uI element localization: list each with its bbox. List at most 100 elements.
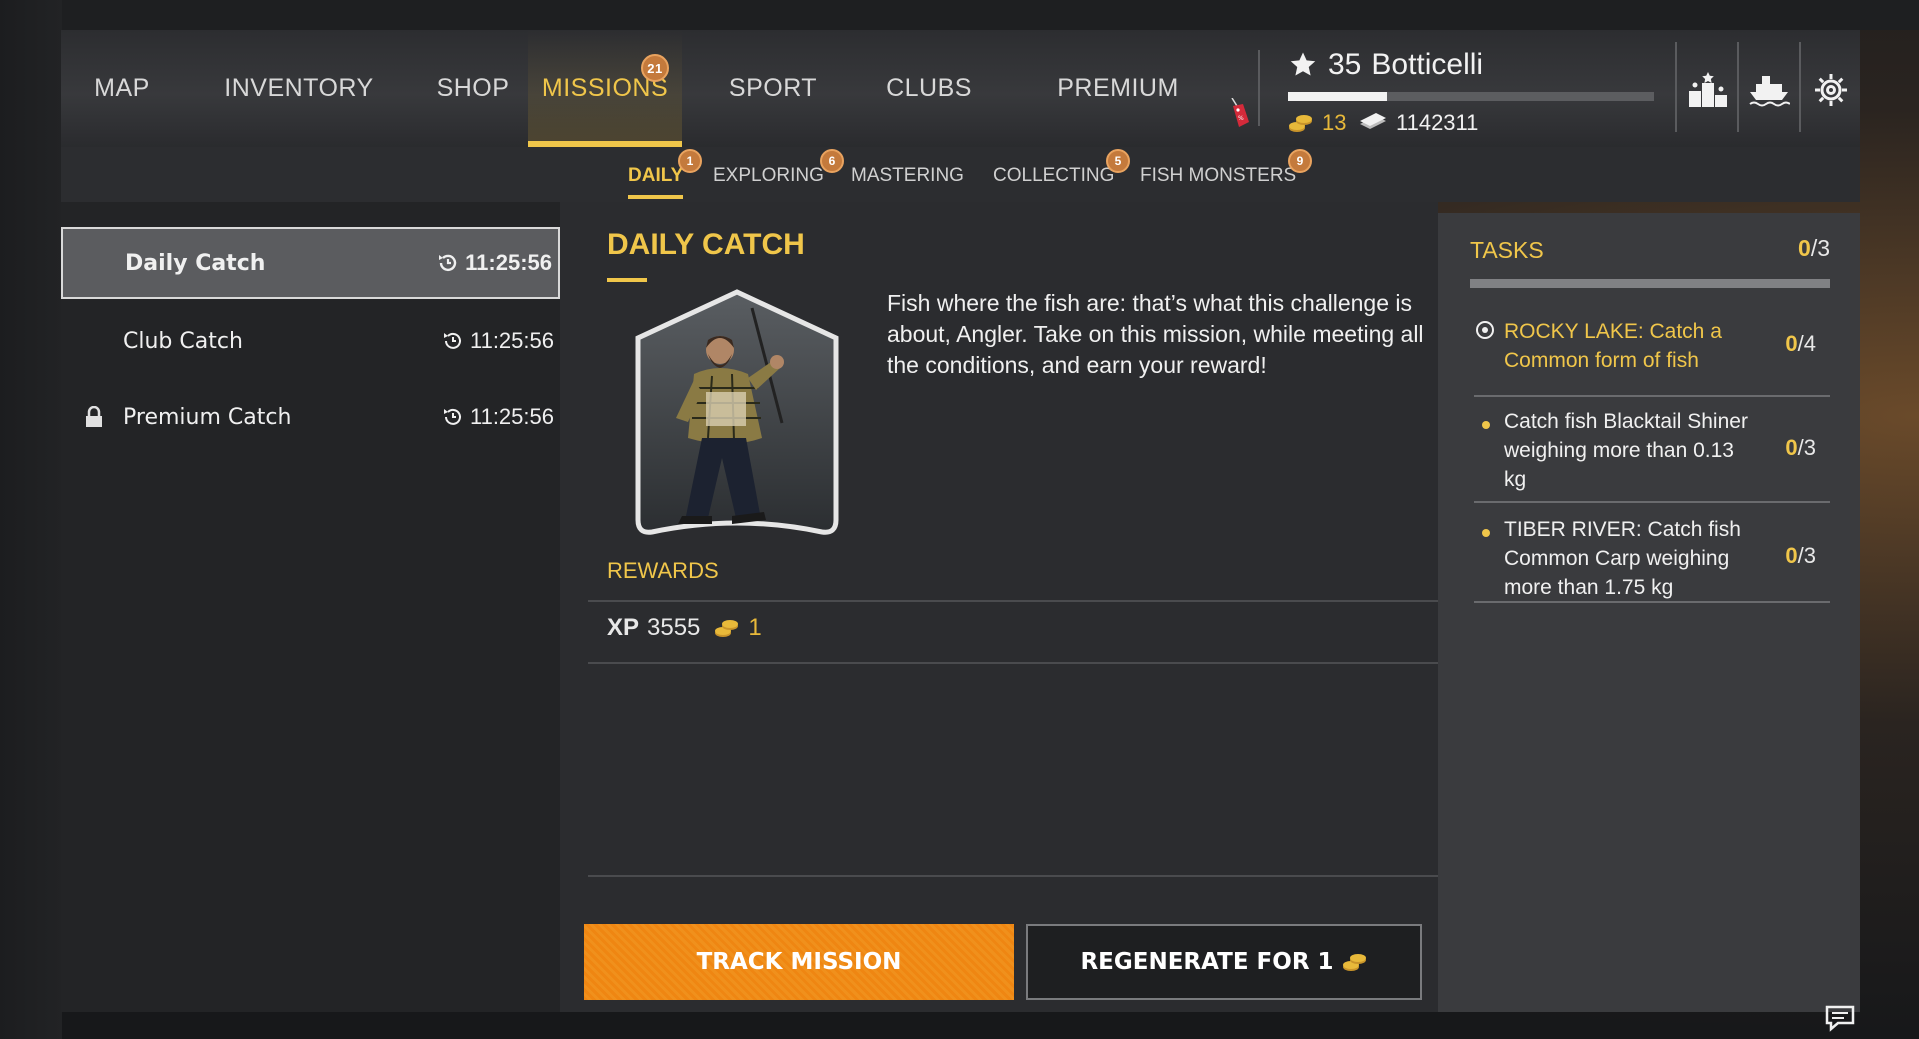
mission-description: Fish where the fish are: that’s what thi… bbox=[887, 290, 1424, 378]
task-total: /3 bbox=[1797, 543, 1816, 568]
divider bbox=[588, 662, 1438, 664]
nav-missions[interactable]: MISSIONS 21 bbox=[528, 30, 682, 147]
gear-icon bbox=[1815, 74, 1847, 106]
divider bbox=[1474, 601, 1830, 603]
nav-clubs-label: CLUBS bbox=[886, 74, 972, 102]
task-total: /4 bbox=[1797, 331, 1816, 356]
nav-clubs[interactable]: CLUBS bbox=[869, 30, 989, 147]
task-current-icon bbox=[1476, 321, 1494, 339]
mission-list: Daily Catch 11:25:56 Club Catch 11:25:56… bbox=[61, 202, 560, 1012]
nav-shop[interactable]: SHOP bbox=[425, 30, 521, 147]
nav-shop-label: SHOP bbox=[436, 74, 510, 102]
chat-icon[interactable] bbox=[1824, 1004, 1856, 1032]
silver-amount: 1142311 bbox=[1396, 110, 1479, 135]
gold-amount: 13 bbox=[1322, 110, 1347, 135]
nav-inventory[interactable]: INVENTORY bbox=[211, 30, 387, 147]
sale-tag-icon: % bbox=[1231, 98, 1249, 127]
topbar-separator bbox=[1737, 42, 1739, 132]
nav-sport-label: SPORT bbox=[728, 74, 818, 102]
topbar-separator bbox=[1258, 50, 1260, 126]
task-done: 0 bbox=[1785, 435, 1798, 460]
player-info: 35 Botticelli 13 1142311 bbox=[1288, 40, 1668, 140]
mission-detail: DAILY CATCH Fish where the fish are: tha… bbox=[560, 202, 1438, 1012]
timer-icon bbox=[443, 408, 461, 425]
tasks-total: /3 bbox=[1810, 235, 1830, 261]
tab-mastering-label: MASTERING bbox=[851, 165, 964, 186]
task-text: ROCKY LAKE: Catch a Common form of fish bbox=[1504, 320, 1722, 372]
nav-sport[interactable]: SPORT bbox=[725, 30, 821, 147]
xp-progress-bar bbox=[1288, 92, 1654, 101]
missions-count-badge: 21 bbox=[641, 54, 669, 82]
mission-item-club-catch[interactable]: Club Catch 11:25:56 bbox=[61, 305, 560, 377]
tab-collecting[interactable]: COLLECTING 5 bbox=[993, 149, 1130, 187]
topbar-separator bbox=[1799, 42, 1801, 132]
angler-portrait-image bbox=[635, 289, 839, 535]
task-item: Catch fish Blacktail Shiner weighing mor… bbox=[1474, 407, 1830, 503]
tab-daily-badge: 1 bbox=[678, 149, 702, 173]
silver-cash-icon bbox=[1360, 113, 1386, 129]
nav-map-label: MAP bbox=[94, 74, 150, 102]
mission-title: DAILY CATCH bbox=[607, 228, 805, 261]
timer-icon bbox=[443, 332, 461, 349]
tab-daily[interactable]: DAILY 1 bbox=[628, 149, 702, 199]
track-mission-button[interactable]: TRACK MISSION bbox=[584, 924, 1014, 1000]
task-count: 0/3 bbox=[1785, 435, 1816, 461]
boat-button[interactable] bbox=[1747, 70, 1791, 110]
divider bbox=[1474, 501, 1830, 503]
player-level-name: 35 Botticelli bbox=[1288, 48, 1483, 82]
mission-timer: 11:25:56 bbox=[437, 250, 552, 276]
svg-text:%: % bbox=[1238, 115, 1244, 122]
tab-fish-monsters[interactable]: FISH MONSTERS 9 bbox=[1140, 149, 1312, 187]
task-text: TIBER RIVER: Catch fish Common Carp weig… bbox=[1504, 518, 1741, 599]
tab-collecting-badge: 5 bbox=[1106, 149, 1130, 173]
silver-balance: 1142311 bbox=[1358, 110, 1478, 136]
tab-daily-label: DAILY bbox=[628, 165, 684, 186]
nav-inventory-label: INVENTORY bbox=[224, 74, 374, 102]
topbar-separator bbox=[1675, 42, 1677, 132]
tasks-progress-count: 0/3 bbox=[1798, 235, 1830, 262]
task-text: Catch fish Blacktail Shiner weighing mor… bbox=[1504, 410, 1748, 491]
leaderboard-button[interactable] bbox=[1686, 70, 1730, 110]
tab-exploring[interactable]: EXPLORING 6 bbox=[713, 149, 844, 187]
gold-coins-icon bbox=[715, 620, 739, 637]
rewards-label: REWARDS bbox=[607, 558, 719, 583]
tab-mastering[interactable]: MASTERING bbox=[851, 165, 964, 187]
task-bullet bbox=[1482, 421, 1490, 429]
mission-item-label: Club Catch bbox=[123, 328, 243, 354]
tab-exploring-label: EXPLORING bbox=[713, 165, 824, 186]
gold-balance: 13 bbox=[1288, 110, 1346, 136]
task-count: 0/3 bbox=[1785, 543, 1816, 569]
nav-map[interactable]: MAP bbox=[79, 30, 165, 147]
mission-timer: 11:25:56 bbox=[442, 328, 554, 354]
timer-icon bbox=[439, 254, 457, 272]
tasks-progress-bar bbox=[1470, 279, 1830, 288]
tasks-done: 0 bbox=[1798, 235, 1811, 261]
player-level: 35 bbox=[1328, 48, 1362, 81]
mission-item-label: Daily Catch bbox=[125, 250, 266, 276]
task-total: /3 bbox=[1797, 435, 1816, 460]
tab-exploring-badge: 6 bbox=[820, 149, 844, 173]
reward-row: XP 3555 1 bbox=[607, 614, 762, 642]
mission-item-daily-catch[interactable]: Daily Catch 11:25:56 bbox=[61, 227, 560, 299]
settings-button[interactable] bbox=[1809, 70, 1853, 110]
top-navigation-bar: MAP INVENTORY SHOP MISSIONS 21 SPORT CLU… bbox=[61, 30, 1860, 147]
gold-coins-icon bbox=[1342, 954, 1366, 971]
task-count: 0/4 bbox=[1785, 331, 1816, 357]
mission-timer-value: 11:25:56 bbox=[469, 404, 554, 429]
reward-gold-value: 1 bbox=[748, 614, 762, 641]
title-underline bbox=[607, 278, 647, 282]
tasks-panel: TASKS 0/3 ROCKY LAKE: Catch a Common for… bbox=[1438, 213, 1860, 1012]
mission-item-premium-catch[interactable]: Premium Catch 11:25:56 bbox=[61, 381, 560, 453]
reward-xp-value: 3555 bbox=[647, 614, 701, 641]
nav-premium[interactable]: PREMIUM bbox=[1033, 30, 1203, 147]
regenerate-button[interactable]: REGENERATE FOR 1 bbox=[1026, 924, 1422, 1000]
task-bullet bbox=[1482, 529, 1490, 537]
nav-premium-label: PREMIUM bbox=[1057, 74, 1179, 102]
task-item: ROCKY LAKE: Catch a Common form of fish … bbox=[1474, 317, 1830, 397]
reward-xp-label: XP bbox=[607, 614, 640, 641]
lock-icon bbox=[86, 406, 102, 427]
tab-fish-monsters-badge: 9 bbox=[1288, 149, 1312, 173]
left-margin bbox=[0, 0, 62, 1039]
gold-coins-icon bbox=[1289, 115, 1312, 132]
task-done: 0 bbox=[1785, 543, 1798, 568]
